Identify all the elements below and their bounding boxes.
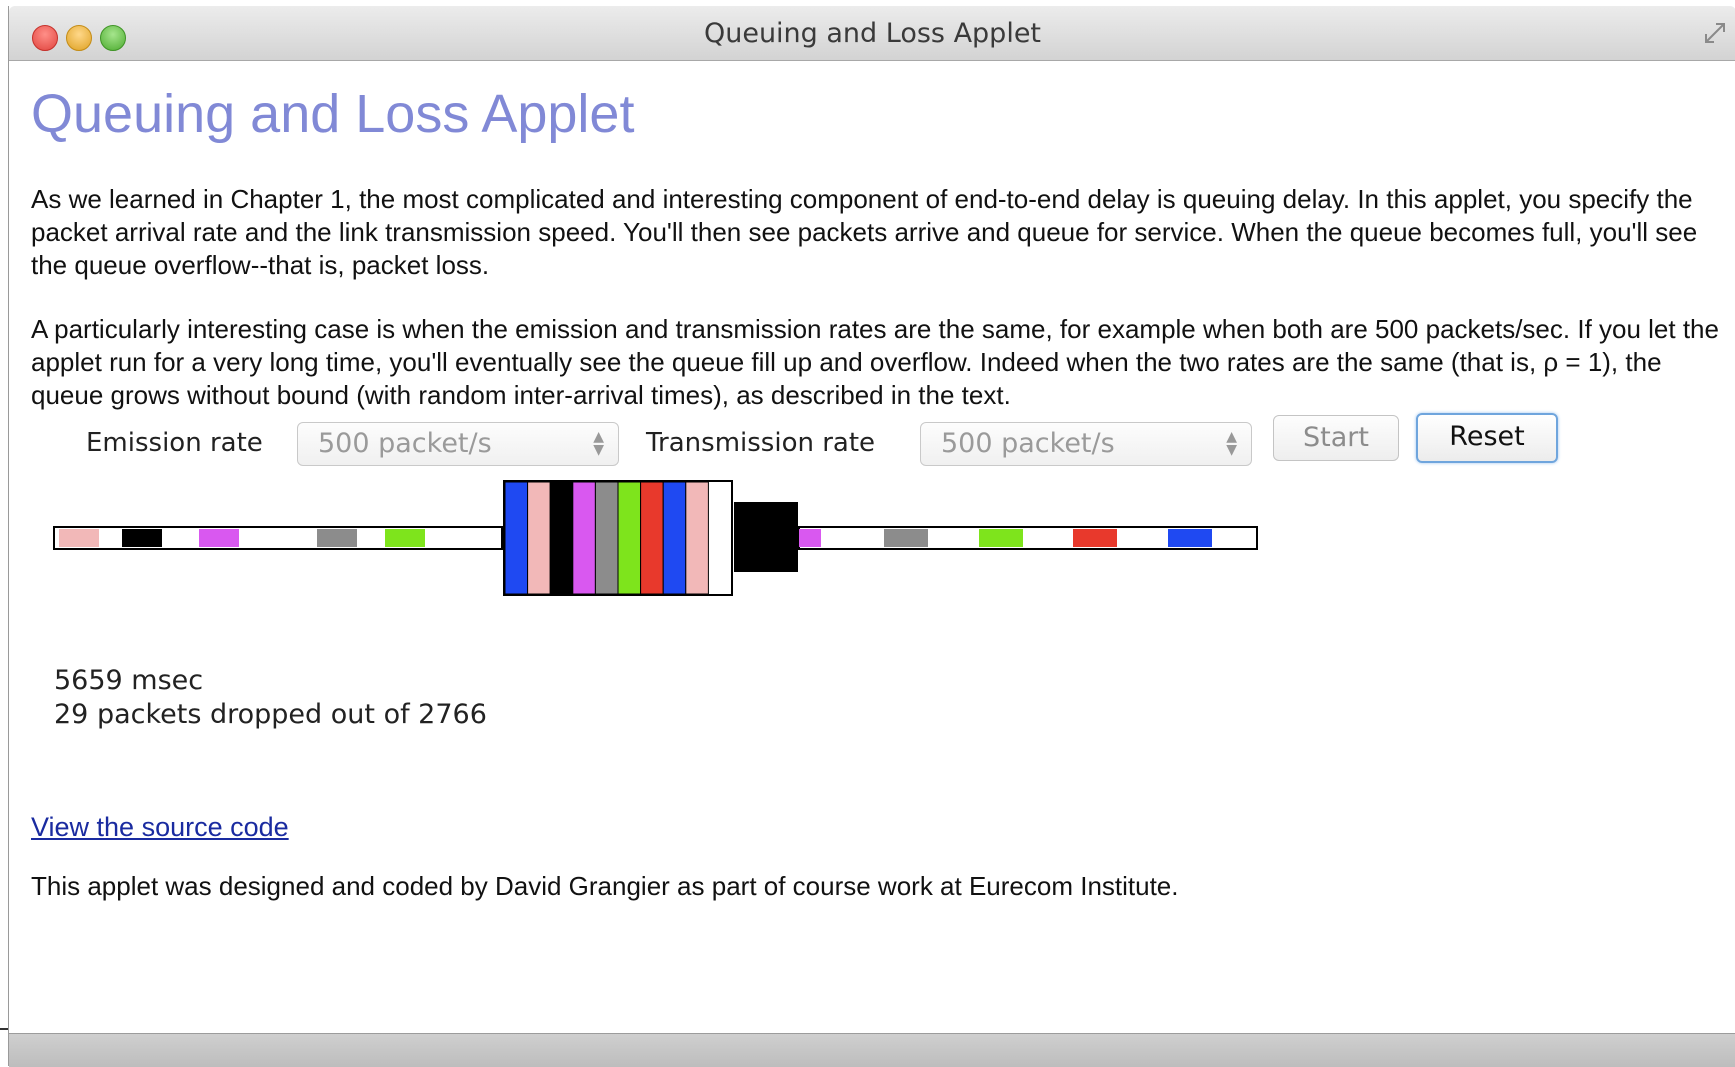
edge-tick (0, 1028, 8, 1030)
queued-packet (594, 481, 619, 595)
queued-packet (504, 481, 529, 595)
transmission-rate-value: 500 packet/s (941, 428, 1115, 459)
queue-visualization (53, 480, 1258, 596)
queued-packet (527, 481, 551, 595)
intro-paragraph: As we learned in Chapter 1, the most com… (31, 184, 1698, 280)
elapsed-time: 5659 msec (54, 665, 204, 696)
outgoing-packet (1168, 529, 1212, 547)
window-title: Queuing and Loss Applet (703, 18, 1042, 49)
emission-rate-value: 500 packet/s (318, 428, 492, 459)
view-source-link[interactable]: View the source code (31, 812, 289, 843)
outgoing-packet (884, 529, 928, 547)
dropped-packets-count: 29 packets dropped out of 2766 (54, 699, 487, 730)
transmission-rate-label: Transmission rate (646, 428, 876, 458)
reset-button[interactable]: Reset (1416, 413, 1558, 463)
start-button[interactable]: Start (1273, 415, 1399, 461)
incoming-link (53, 526, 503, 550)
queued-packet (549, 481, 574, 595)
window-bottom-bar (9, 1033, 1735, 1067)
emission-rate-select[interactable]: 500 packet/s ▲ ▼ (297, 422, 619, 466)
queued-packet (662, 481, 687, 595)
stepper-arrows-icon: ▲ ▼ (593, 429, 604, 458)
incoming-packet (199, 529, 239, 547)
queued-packet (572, 481, 596, 595)
queued-packet (685, 481, 709, 595)
queued-packet (617, 481, 642, 595)
incoming-packet (59, 529, 99, 547)
stepper-arrows-icon: ▲ ▼ (1226, 429, 1237, 458)
queued-packet (640, 481, 664, 595)
outgoing-packet (799, 529, 821, 547)
transmitting-packet (734, 502, 798, 572)
outgoing-packet (1073, 529, 1117, 547)
emission-rate-label: Emission rate (86, 428, 263, 458)
explanation-paragraph: A particularly interesting case is when … (31, 314, 1719, 410)
credit-text: This applet was designed and coded by Da… (31, 871, 1179, 901)
transmission-rate-select[interactable]: 500 packet/s ▲ ▼ (920, 422, 1252, 466)
applet-window: Queuing and Loss Applet Queuing and Loss… (8, 6, 1735, 1067)
title-bar: Queuing and Loss Applet (9, 6, 1735, 61)
outgoing-packet (979, 529, 1023, 547)
incoming-packet (385, 529, 425, 547)
page-content: Queuing and Loss Applet As we learned in… (9, 61, 1735, 1031)
page-title: Queuing and Loss Applet (31, 84, 635, 144)
incoming-packet (317, 529, 357, 547)
incoming-packet (122, 529, 162, 547)
fullscreen-icon[interactable] (1702, 20, 1728, 46)
